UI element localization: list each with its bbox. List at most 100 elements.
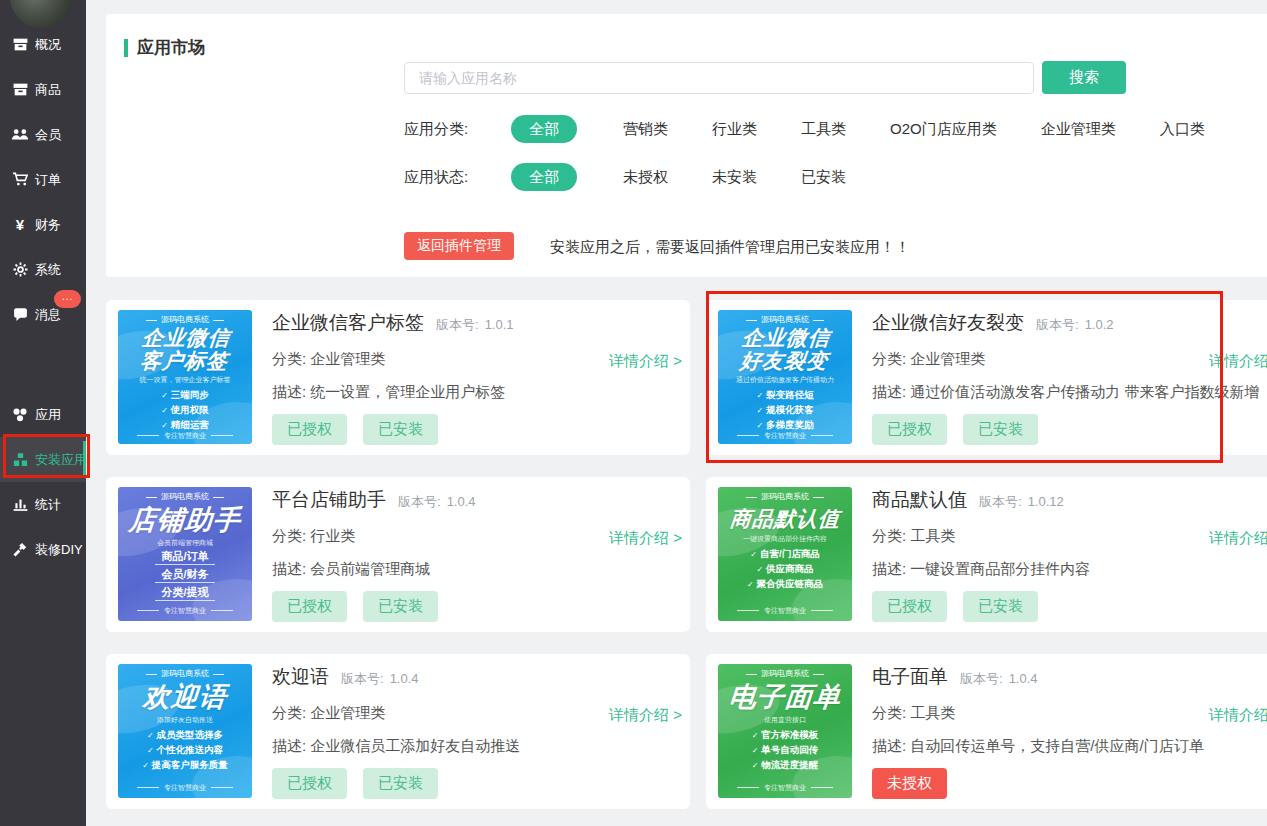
detail-link[interactable]: 详情介绍 >: [609, 352, 682, 371]
app-image-bullet: 会员/财务: [155, 569, 214, 583]
sidebar-item-install-app[interactable]: 安装应用: [0, 437, 86, 482]
app-image-title: 店铺助手: [128, 506, 243, 535]
app-image-subtitle: 使用直营接口: [764, 715, 806, 725]
version-value: 1.0.4: [1009, 671, 1038, 686]
filter-option[interactable]: 企业管理类: [1041, 120, 1116, 139]
users-icon: [11, 126, 29, 144]
sidebar-item-members[interactable]: 会员: [0, 112, 86, 157]
app-card: 源码电商系统商品默认值一键设置商品部分挂件内容✓自营/门店商品✓供应商商品✓聚合…: [706, 477, 1267, 632]
app-image-footer: 专注智慧商业: [737, 431, 833, 440]
back-to-plugin-button[interactable]: 返回插件管理: [404, 232, 514, 260]
app-image-bullet: ✓精细运营: [161, 419, 209, 431]
detail-link[interactable]: 详情介绍 >: [609, 529, 682, 548]
app-image-bullet: ✓自营/门店商品: [750, 548, 819, 560]
status-tag[interactable]: 已授权: [872, 414, 947, 445]
sidebar-item-overview[interactable]: 概况: [0, 22, 86, 67]
version-value: 1.0.2: [1085, 317, 1114, 332]
app-image-bullet: ✓提高客户服务质量: [142, 759, 228, 771]
page-title: 应用市场: [124, 36, 205, 59]
app-image: 源码电商系统企业微信客户标签统一设置，管理企业客户标签✓三端同步✓使用权限✓精细…: [118, 310, 252, 444]
filter-option[interactable]: 已安装: [801, 168, 846, 187]
app-category: 分类: 企业管理类: [872, 350, 1267, 369]
app-card-body: 商品默认值版本号:1.0.12分类: 工具类描述: 一键设置商品部分挂件内容已授…: [872, 487, 1267, 622]
app-image-bullet: ✓使用权限: [161, 404, 209, 416]
cart-icon: [11, 171, 29, 189]
sidebar-item-label: 应用: [35, 406, 61, 424]
sidebar-item-decorate-diy[interactable]: 装修DIY: [0, 527, 86, 572]
sidebar-menu: 概况商品会员订单 ¥财务系统消息... 应用安装应用统计装修DIY: [0, 22, 86, 572]
status-tag[interactable]: 已授权: [872, 591, 947, 622]
page-title-text: 应用市场: [137, 36, 205, 59]
filter-option[interactable]: 入口类: [1160, 120, 1205, 139]
search-input[interactable]: [404, 62, 1034, 94]
app-card: 源码电商系统企业微信客户标签统一设置，管理企业客户标签✓三端同步✓使用权限✓精细…: [106, 300, 690, 455]
sidebar-item-label: 系统: [35, 261, 61, 279]
filter-option[interactable]: 行业类: [712, 120, 757, 139]
app-name: 平台店铺助手: [272, 487, 386, 513]
app-image: 源码电商系统电子面单使用直营接口✓官方标准模板✓单号自动回传✓物流进度提醒专注智…: [718, 664, 852, 798]
notice-text: 安装应用之后，需要返回插件管理启用已安装应用！！: [550, 238, 910, 257]
sidebar-item-finance[interactable]: ¥财务: [0, 202, 86, 247]
sidebar-item-label: 订单: [35, 171, 61, 189]
status-tag[interactable]: 已安装: [363, 591, 438, 622]
app-image-footer: 专注智慧商业: [137, 783, 233, 792]
app-image-bullets: 商品/订单会员/财务分类/提现: [155, 551, 214, 601]
detail-link[interactable]: 详情介绍 >: [609, 706, 682, 725]
filter-option-selected[interactable]: 全部: [511, 163, 577, 191]
app-card: 源码电商系统企业微信好友裂变通过价值活动激发客户传播动力✓裂变路径短✓规模化获客…: [706, 300, 1267, 455]
sidebar-item-orders[interactable]: 订单: [0, 157, 86, 202]
app-card-body: 企业微信客户标签版本号:1.0.1分类: 企业管理类描述: 统一设置，管理企业用…: [272, 310, 678, 445]
app-image-subtitle: 添加好友自动推送: [157, 715, 213, 725]
status-tag[interactable]: 已安装: [363, 768, 438, 799]
filter-option[interactable]: 工具类: [801, 120, 846, 139]
app-image-bullet: ✓单号自动回传: [752, 744, 819, 756]
sidebar-item-system[interactable]: 系统: [0, 247, 86, 292]
app-status-tags: 已授权已安装: [272, 414, 678, 445]
version-label: 版本号:: [398, 493, 441, 511]
app-status-tags: 已授权已安装: [872, 414, 1267, 445]
app-market-panel: 应用市场 搜索 应用分类:全部营销类行业类工具类O2O门店应用类企业管理类入口类…: [106, 14, 1267, 277]
version-value: 1.0.1: [485, 317, 514, 332]
status-tag[interactable]: 已安装: [963, 591, 1038, 622]
app-category: 分类: 工具类: [872, 527, 1267, 546]
sidebar-item-messages[interactable]: 消息...: [0, 292, 86, 337]
detail-link[interactable]: 详情介绍 >: [1209, 529, 1267, 548]
app-card: 源码电商系统欢迎语添加好友自动推送✓成员类型选择多✓个性化推送内容✓提高客户服务…: [106, 654, 690, 809]
sidebar-item-stats[interactable]: 统计: [0, 482, 86, 527]
status-tag[interactable]: 已授权: [272, 414, 347, 445]
app-description: 描述: 企业微信员工添加好友自动推送: [272, 737, 678, 756]
sidebar-item-apps[interactable]: 应用: [0, 392, 86, 437]
app-name: 欢迎语: [272, 664, 329, 690]
filter-option[interactable]: 未授权: [623, 168, 668, 187]
status-tag[interactable]: 已安装: [963, 414, 1038, 445]
app-image-bullets: ✓官方标准模板✓单号自动回传✓物流进度提醒: [752, 729, 819, 771]
app-image: 源码电商系统商品默认值一键设置商品部分挂件内容✓自营/门店商品✓供应商商品✓聚合…: [718, 487, 852, 621]
yen-icon: ¥: [11, 216, 29, 234]
filter-option[interactable]: 营销类: [623, 120, 668, 139]
unauthorized-tag[interactable]: 未授权: [872, 768, 947, 799]
filter-option-selected[interactable]: 全部: [511, 115, 577, 143]
filter-option[interactable]: 未安装: [712, 168, 757, 187]
app-status-tags: 已授权已安装: [272, 591, 678, 622]
app-image-banner: 源码电商系统: [746, 315, 824, 325]
sidebar: 概况商品会员订单 ¥财务系统消息... 应用安装应用统计装修DIY: [0, 0, 86, 826]
app-image-banner: 源码电商系统: [146, 315, 224, 325]
app-image-title: 商品默认值: [729, 508, 841, 531]
detail-link[interactable]: 详情介绍 >: [1209, 352, 1267, 371]
status-tag[interactable]: 已授权: [272, 768, 347, 799]
version-label: 版本号:: [960, 670, 1003, 688]
status-tag[interactable]: 已安装: [363, 414, 438, 445]
detail-link[interactable]: 详情介绍 >: [1209, 706, 1267, 725]
search-button[interactable]: 搜索: [1042, 61, 1126, 94]
app-image: 源码电商系统企业微信好友裂变通过价值活动激发客户传播动力✓裂变路径短✓规模化获客…: [718, 310, 852, 444]
app-image-banner: 源码电商系统: [746, 492, 824, 502]
filter-option[interactable]: O2O门店应用类: [890, 120, 997, 139]
sidebar-item-goods[interactable]: 商品: [0, 67, 86, 112]
filter-label: 应用状态:: [404, 168, 511, 187]
message-count-badge: ...: [54, 290, 81, 308]
gear-icon: [11, 261, 29, 279]
app-status-tags: 已授权已安装: [872, 591, 1267, 622]
app-image-banner: 源码电商系统: [746, 669, 824, 679]
app-image-footer: 专注智慧商业: [137, 606, 233, 615]
status-tag[interactable]: 已授权: [272, 591, 347, 622]
